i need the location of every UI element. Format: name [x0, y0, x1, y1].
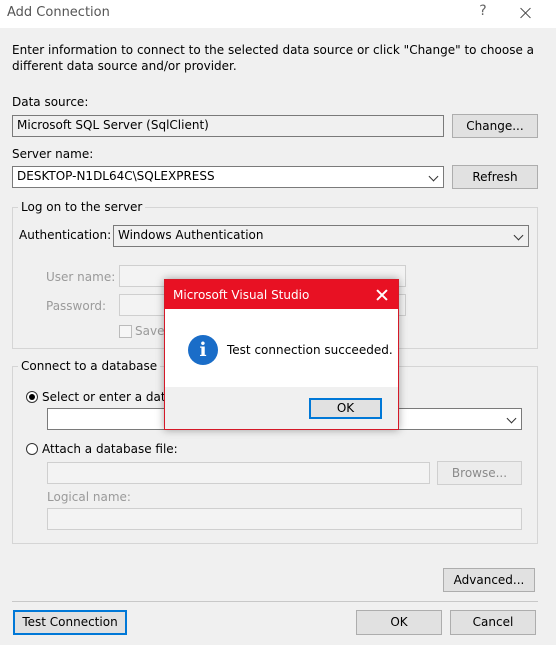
- authentication-select[interactable]: Windows Authentication: [113, 225, 529, 247]
- logon-group-label: Log on to the server: [18, 200, 146, 214]
- chevron-down-icon[interactable]: [428, 171, 439, 182]
- info-icon: i: [188, 335, 218, 365]
- advanced-button[interactable]: Advanced...: [443, 568, 535, 592]
- password-label: Password:: [46, 299, 107, 313]
- attach-file-input[interactable]: [47, 462, 430, 484]
- server-name-value: DESKTOP-N1DL64C\SQLEXPRESS: [17, 169, 215, 183]
- message-box-title-bar: Microsoft Visual Studio: [165, 280, 398, 309]
- server-name-label: Server name:: [12, 147, 94, 161]
- cancel-button[interactable]: Cancel: [450, 610, 536, 635]
- message-box: Microsoft Visual Studio i Test connectio…: [164, 279, 399, 430]
- authentication-value: Windows Authentication: [118, 228, 264, 242]
- logical-name-input[interactable]: [47, 508, 522, 530]
- user-name-label: User name:: [46, 270, 116, 284]
- attach-file-radio[interactable]: [26, 443, 38, 455]
- close-icon[interactable]: [514, 2, 538, 24]
- logical-name-label: Logical name:: [47, 490, 131, 504]
- data-source-label: Data source:: [12, 95, 89, 109]
- separator: [12, 601, 538, 602]
- message-text: Test connection succeeded.: [227, 343, 393, 357]
- help-icon[interactable]: ?: [476, 3, 490, 19]
- test-connection-button[interactable]: Test Connection: [13, 610, 127, 635]
- data-source-value: Microsoft SQL Server (SqlClient): [17, 118, 209, 132]
- ok-button[interactable]: OK: [356, 610, 442, 635]
- refresh-button[interactable]: Refresh: [452, 165, 538, 189]
- message-box-title: Microsoft Visual Studio: [173, 288, 310, 302]
- close-icon[interactable]: [375, 288, 389, 302]
- title-bar: Add Connection ?: [0, 0, 556, 28]
- change-button[interactable]: Change...: [452, 114, 538, 138]
- server-name-combo[interactable]: DESKTOP-N1DL64C\SQLEXPRESS: [12, 166, 444, 188]
- chevron-down-icon[interactable]: [506, 413, 517, 424]
- intro-text: Enter information to connect to the sele…: [12, 43, 535, 73]
- save-password-checkbox[interactable]: [119, 325, 132, 338]
- message-ok-button[interactable]: OK: [309, 398, 382, 419]
- database-group-label: Connect to a database: [18, 359, 161, 373]
- window-title: Add Connection: [7, 5, 110, 20]
- attach-file-label: Attach a database file:: [42, 442, 178, 456]
- message-box-footer: OK: [165, 387, 398, 429]
- authentication-label: Authentication:: [19, 228, 112, 242]
- data-source-field: Microsoft SQL Server (SqlClient): [12, 115, 444, 137]
- select-database-radio[interactable]: [26, 391, 38, 403]
- save-password-label: Save: [135, 324, 165, 338]
- chevron-down-icon[interactable]: [513, 230, 524, 241]
- browse-button[interactable]: Browse...: [437, 461, 522, 485]
